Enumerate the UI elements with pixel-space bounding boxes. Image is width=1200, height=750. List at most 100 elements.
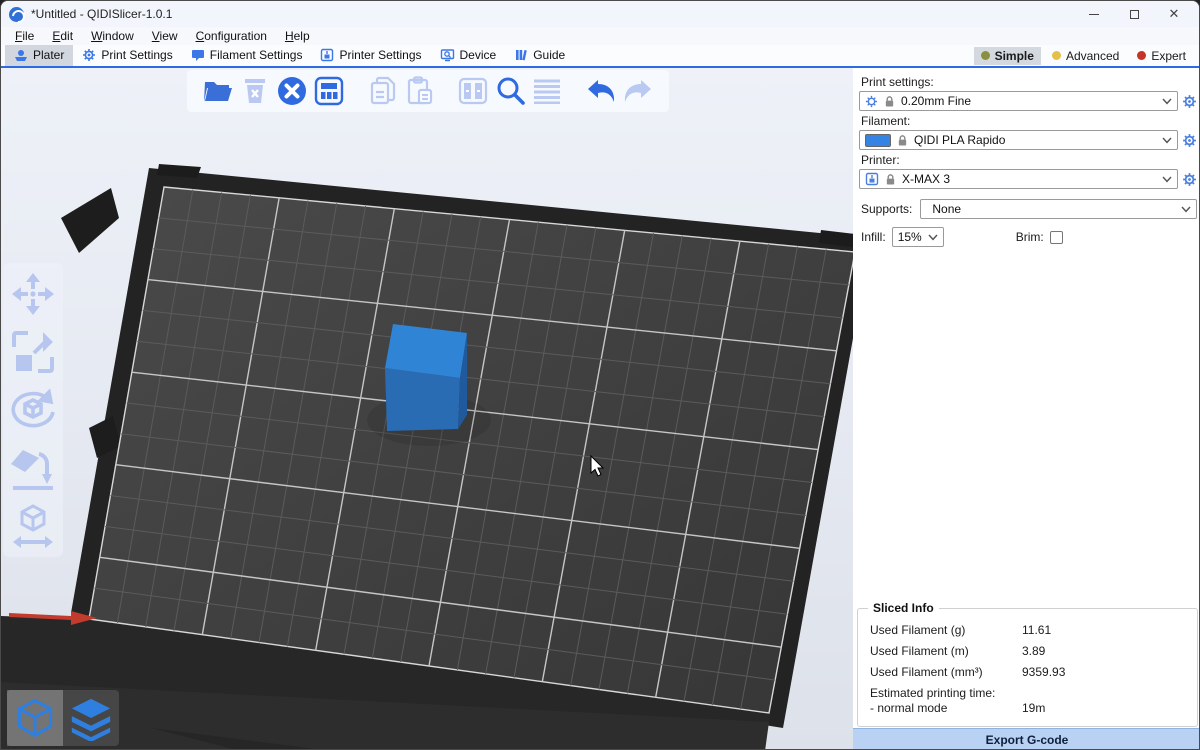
paste-button[interactable] — [403, 74, 437, 108]
delete-button[interactable] — [238, 74, 272, 108]
printer-value: X-MAX 3 — [902, 172, 1156, 186]
settings-panel: Print settings: 0.20mm Fine Filament: QI… — [853, 68, 1200, 750]
printer-icon — [865, 172, 879, 186]
lock-icon — [884, 95, 895, 108]
viewport-3d[interactable] — [1, 68, 853, 750]
tab-guide[interactable]: Guide — [505, 45, 574, 66]
redo-button[interactable] — [621, 74, 655, 108]
rotate-icon — [9, 386, 57, 434]
print-settings-label: Print settings: — [853, 72, 1200, 91]
tab-bar: Plater Print Settings Filament Settings … — [1, 45, 1199, 68]
close-button[interactable]: ✕ — [1157, 3, 1191, 25]
model-cube[interactable] — [385, 324, 467, 431]
scale-icon — [10, 329, 56, 375]
mode-expert[interactable]: Expert — [1130, 47, 1193, 65]
layers-stack-icon — [68, 695, 114, 741]
search-icon — [495, 76, 525, 106]
rotate-button[interactable] — [9, 387, 57, 433]
view-mode-switcher — [7, 690, 119, 746]
open-button[interactable] — [201, 74, 235, 108]
tab-plater[interactable]: Plater — [5, 45, 73, 66]
move-button[interactable] — [9, 271, 57, 317]
minimize-button[interactable] — [1077, 3, 1111, 25]
filament-gear-button[interactable] — [1182, 133, 1197, 148]
guide-icon — [514, 48, 528, 62]
sliced-row-estimated-time: Estimated printing time: — [870, 682, 1187, 700]
trash-icon — [243, 77, 267, 105]
menu-edit[interactable]: Edit — [44, 28, 81, 44]
print-settings-select[interactable]: 0.20mm Fine — [859, 91, 1178, 111]
mode-simple[interactable]: Simple — [974, 47, 1041, 65]
maximize-button[interactable] — [1117, 3, 1151, 25]
sliced-info-title: Sliced Info — [868, 601, 939, 615]
expert-dot-icon — [1137, 51, 1146, 60]
layers-list-icon — [532, 78, 562, 104]
redo-icon — [623, 78, 653, 104]
tab-device[interactable]: Device — [431, 45, 506, 66]
measure-button[interactable] — [9, 503, 57, 549]
tab-filament-settings[interactable]: Filament Settings — [182, 45, 312, 66]
app-window: *Untitled - QIDISlicer-1.0.1 ✕ File Edit… — [0, 0, 1200, 750]
simple-dot-icon — [981, 51, 990, 60]
filament-icon — [191, 48, 205, 62]
sliced-info: Sliced Info Used Filament (g) 11.61 Used… — [857, 608, 1198, 727]
infill-label: Infill: — [861, 230, 886, 244]
paste-icon — [406, 76, 434, 106]
gear-icon — [865, 95, 878, 108]
menu-configuration[interactable]: Configuration — [188, 28, 275, 44]
title-bar: *Untitled - QIDISlicer-1.0.1 ✕ — [1, 1, 1199, 27]
filament-color-swatch — [865, 134, 891, 147]
supports-select[interactable]: None — [920, 199, 1197, 219]
editor-3d-button[interactable] — [7, 690, 63, 746]
sliced-row-used-g: Used Filament (g) 11.61 — [870, 619, 1187, 640]
brim-checkbox[interactable] — [1050, 231, 1063, 244]
supports-label: Supports: — [861, 202, 912, 216]
scale-button[interactable] — [9, 329, 57, 375]
chevron-down-icon — [1162, 137, 1172, 144]
tab-print-settings[interactable]: Print Settings — [73, 45, 181, 66]
menu-view[interactable]: View — [144, 28, 186, 44]
measure-icon — [9, 502, 57, 550]
menu-help[interactable]: Help — [277, 28, 318, 44]
arrange-button[interactable] — [312, 74, 346, 108]
supports-value: None — [926, 202, 1175, 216]
print-settings-gear-button[interactable] — [1182, 94, 1197, 109]
chevron-down-icon — [928, 234, 938, 241]
filament-value: QIDI PLA Rapido — [914, 133, 1156, 147]
filament-select[interactable]: QIDI PLA Rapido — [859, 130, 1178, 150]
menu-window[interactable]: Window — [83, 28, 142, 44]
delete-all-button[interactable] — [275, 74, 309, 108]
place-on-face-button[interactable] — [9, 445, 57, 491]
printer-select[interactable]: X-MAX 3 — [859, 169, 1178, 189]
mode-advanced[interactable]: Advanced — [1045, 47, 1126, 65]
window-title: *Untitled - QIDISlicer-1.0.1 — [31, 7, 172, 21]
viewport-toolbar — [187, 70, 669, 112]
print-bed-scene — [1, 68, 853, 750]
infill-select[interactable]: 15% — [892, 227, 944, 247]
undo-button[interactable] — [584, 74, 618, 108]
copy-icon — [369, 76, 397, 106]
bed-grid-surface — [89, 187, 853, 713]
lock-icon — [897, 134, 908, 147]
layers-list-button[interactable] — [530, 74, 564, 108]
gear-icon — [82, 48, 96, 62]
menu-file[interactable]: File — [7, 28, 42, 44]
split-view-button[interactable] — [456, 74, 490, 108]
search-button[interactable] — [493, 74, 527, 108]
delete-all-icon — [277, 76, 307, 106]
sliced-row-used-m: Used Filament (m) 3.89 — [870, 640, 1187, 661]
open-folder-icon — [203, 78, 233, 104]
tab-printer-settings[interactable]: Printer Settings — [311, 45, 430, 66]
chevron-down-icon — [1181, 206, 1191, 213]
plater-icon — [14, 48, 28, 62]
export-gcode-button[interactable]: Export G-code — [853, 728, 1200, 750]
copy-button[interactable] — [366, 74, 400, 108]
lock-icon — [885, 173, 896, 186]
infill-value: 15% — [898, 230, 922, 244]
move-icon — [10, 271, 56, 317]
undo-icon — [586, 78, 616, 104]
app-logo-icon — [9, 7, 24, 22]
preview-layers-button[interactable] — [63, 690, 119, 746]
brim-label: Brim: — [1016, 230, 1044, 244]
printer-gear-button[interactable] — [1182, 172, 1197, 187]
